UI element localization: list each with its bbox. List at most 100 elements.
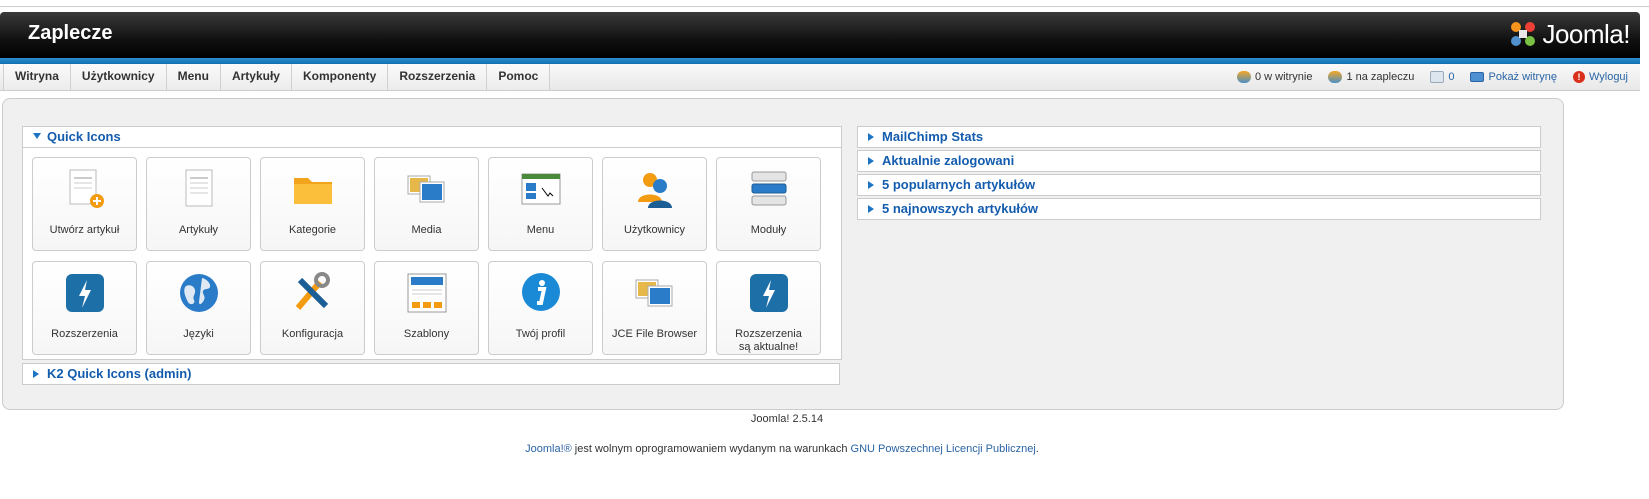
joomla-link[interactable]: Joomla!® xyxy=(525,443,572,455)
media-icon xyxy=(407,175,445,203)
quick-icons-title: Quick Icons xyxy=(47,129,121,144)
expand-arrow-icon xyxy=(868,205,874,213)
lightning-icon xyxy=(750,274,788,312)
panel-title: 5 popularnych artykułów xyxy=(882,177,1036,192)
quick-icon-extensions[interactable]: Rozszerzenia xyxy=(32,261,137,355)
quick-icon-extensions-uptodate[interactable]: Rozszerzenia są aktualne! xyxy=(716,261,821,355)
quick-icon-label-line1: Rozszerzenia xyxy=(735,328,802,340)
panel-title: Aktualnie zalogowani xyxy=(882,153,1015,168)
site-users-label: 0 w witrynie xyxy=(1255,71,1313,83)
panel-header[interactable]: 5 najnowszych artykułów xyxy=(857,198,1541,220)
logged-in-users-panel: Aktualnie zalogowani xyxy=(857,150,1541,172)
mailchimp-stats-panel: MailChimp Stats xyxy=(857,126,1541,148)
quick-icon-label: Kategorie xyxy=(288,224,337,236)
panel-header[interactable]: 5 popularnych artykułów xyxy=(857,174,1541,196)
quick-icon-label: Artykuły xyxy=(178,224,219,236)
quick-icon-menu[interactable]: Menu xyxy=(488,157,593,251)
messages-status[interactable]: 0 xyxy=(1430,71,1454,83)
k2-panel-header[interactable]: K2 Quick Icons (admin) xyxy=(22,363,840,385)
main-menu: Witryna Użytkownicy Menu Artykuły Kompon… xyxy=(3,64,551,90)
logout-status[interactable]: ! Wyloguj xyxy=(1572,71,1628,83)
quick-icons-header[interactable]: Quick Icons xyxy=(23,127,841,148)
tools-icon xyxy=(295,272,330,310)
quick-icon-label: Media xyxy=(411,224,442,236)
quick-icon-label: Rozszerzenia xyxy=(51,328,118,340)
view-site-link[interactable]: Pokaż witrynę xyxy=(1488,71,1556,83)
menu-item-artykuly[interactable]: Artykuły xyxy=(219,64,292,90)
menu-item-pomoc[interactable]: Pomoc xyxy=(486,64,551,90)
quick-icon-label-line2: są aktualne! xyxy=(738,341,799,353)
browser-top-line xyxy=(0,0,1649,7)
k2-quick-icons-panel: K2 Quick Icons (admin) xyxy=(22,363,840,385)
gpl-link[interactable]: GNU Powszechnej Licencji Publicznej xyxy=(851,443,1036,455)
quick-icon-languages[interactable]: Języki xyxy=(146,261,251,355)
license-footer: Joomla!® jest wolnym oprogramowaniem wyd… xyxy=(0,443,1564,455)
expand-arrow-icon xyxy=(33,370,39,378)
admin-header: Zaplecze Joomla! xyxy=(0,12,1640,58)
users-icon xyxy=(1237,71,1251,83)
quick-icon-label: JCE File Browser xyxy=(612,328,697,340)
page-title: Zaplecze xyxy=(28,22,113,44)
quick-icon-label: Menu xyxy=(526,224,555,236)
quick-icon-label: Moduły xyxy=(750,224,787,236)
menu-item-komponenty[interactable]: Komponenty xyxy=(290,64,389,90)
quick-icon-label: Utwórz artykuł xyxy=(49,224,120,236)
logout-icon: ! xyxy=(1572,71,1585,83)
template-icon xyxy=(407,273,447,313)
quick-icon-categories[interactable]: Kategorie xyxy=(260,157,365,251)
quick-icon-jce-file-browser[interactable]: JCE File Browser xyxy=(602,261,707,355)
menu-item-uzytkownicy[interactable]: Użytkownicy xyxy=(69,64,167,90)
site-users-status: 0 w witrynie xyxy=(1237,71,1312,83)
logout-link[interactable]: Wyloguj xyxy=(1589,71,1628,83)
quick-icon-label: Języki xyxy=(183,328,214,340)
quick-icon-templates[interactable]: Szablony xyxy=(374,261,479,355)
latest-articles-panel: 5 najnowszych artykułów xyxy=(857,198,1541,220)
quick-icon-add-article[interactable]: Utwórz artykuł xyxy=(32,157,137,251)
menu-icon xyxy=(521,173,561,205)
messages-count[interactable]: 0 xyxy=(1448,71,1454,83)
panel-title: 5 najnowszych artykułów xyxy=(882,201,1039,216)
new-article-icon xyxy=(69,169,104,208)
quick-icon-label: Twój profil xyxy=(515,328,566,340)
license-end: . xyxy=(1035,443,1039,455)
menu-item-witryna[interactable]: Witryna xyxy=(3,64,71,90)
quick-icon-media[interactable]: Media xyxy=(374,157,479,251)
joomla-logo: Joomla! xyxy=(1508,18,1630,50)
quick-icon-articles[interactable]: Artykuły xyxy=(146,157,251,251)
popular-articles-panel: 5 popularnych artykułów xyxy=(857,174,1541,196)
admin-users-status: 1 na zapleczu xyxy=(1328,71,1414,83)
status-bar: 0 w witrynie 1 na zapleczu 0 Pokaż witry… xyxy=(1221,64,1628,90)
menu-item-rozszerzenia[interactable]: Rozszerzenia xyxy=(387,64,488,90)
collapse-arrow-icon xyxy=(33,133,41,139)
logo-text: Joomla! xyxy=(1542,18,1630,49)
globe-icon xyxy=(180,274,218,312)
quick-icon-label: Użytkownicy xyxy=(623,224,686,236)
joomla-logo-icon xyxy=(1511,22,1536,46)
mail-icon xyxy=(1430,71,1445,83)
k2-panel-title: K2 Quick Icons (admin) xyxy=(47,366,192,381)
quick-icon-modules[interactable]: Moduły xyxy=(716,157,821,251)
quick-icon-label: Rozszerzenia są aktualne! xyxy=(717,328,820,354)
expand-arrow-icon xyxy=(868,181,874,189)
panel-header[interactable]: Aktualnie zalogowani xyxy=(857,150,1541,172)
view-site-status[interactable]: Pokaż witrynę xyxy=(1470,71,1557,83)
media-icon xyxy=(635,279,673,307)
monitor-icon xyxy=(1470,72,1485,82)
articles-icon xyxy=(185,169,213,207)
quick-icon-label: Szablony xyxy=(403,328,450,340)
expand-arrow-icon xyxy=(868,133,874,141)
info-icon xyxy=(522,273,560,311)
users-icon xyxy=(1328,71,1343,83)
quick-icons-panel: Quick Icons Utwórz artykuł Artykuły Kate… xyxy=(22,126,842,360)
panel-title: MailChimp Stats xyxy=(882,129,984,144)
quick-icon-profile[interactable]: Twój profil xyxy=(488,261,593,355)
expand-arrow-icon xyxy=(868,157,874,165)
license-text: jest wolnym oprogramowaniem wydanym na w… xyxy=(571,443,851,455)
quick-icon-configuration[interactable]: Konfiguracja xyxy=(260,261,365,355)
menu-item-menu[interactable]: Menu xyxy=(165,64,221,90)
admin-users-label: 1 na zapleczu xyxy=(1346,71,1415,83)
modules-icon xyxy=(751,171,787,206)
users-icon xyxy=(638,173,672,208)
panel-header[interactable]: MailChimp Stats xyxy=(857,126,1541,148)
quick-icon-users[interactable]: Użytkownicy xyxy=(602,157,707,251)
